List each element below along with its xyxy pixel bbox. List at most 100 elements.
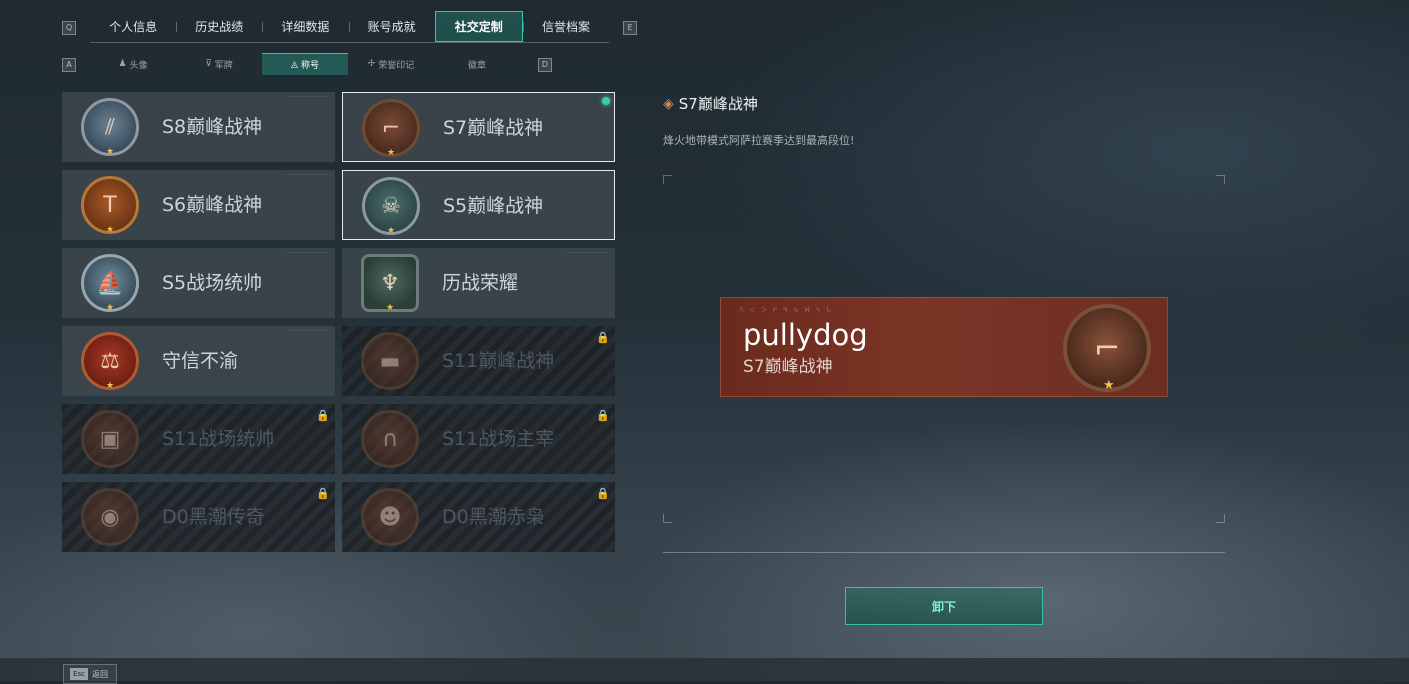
subtab-label: 头像 xyxy=(129,60,148,71)
title-name: 历战荣耀 xyxy=(442,272,519,294)
title-card-trustworthy[interactable]: ⚖ ★ 守信不渝 xyxy=(62,326,335,396)
emblem-glyph: ⌐ xyxy=(381,115,401,141)
subtab-dogtag[interactable]: ⊽ 军牌 xyxy=(176,53,262,75)
detail-description: 烽火地带模式阿萨拉赛季达到最高段位! xyxy=(663,134,855,147)
title-name: S6巅峰战神 xyxy=(162,194,263,216)
emblem-glyph: ⫽ xyxy=(105,114,115,140)
star-icon: ★ xyxy=(387,148,396,158)
frame-corner xyxy=(663,514,672,523)
title-name: S11巅峰战神 xyxy=(442,350,555,372)
tank-emblem-icon: ▣ xyxy=(81,410,139,468)
title-name: S11战场主宰 xyxy=(442,428,555,450)
tab-history[interactable]: 历史战绩 xyxy=(176,11,262,42)
person-icon: ♟ xyxy=(118,59,127,69)
subtab-left-key-hint[interactable]: A xyxy=(62,58,76,72)
title-card-s7-peak[interactable]: ⌐ ★ S7巅峰战神 xyxy=(342,92,615,162)
tab-left-key-hint[interactable]: Q xyxy=(62,21,76,35)
title-card-s11-commander[interactable]: 🔒 ▣ S11战场统帅 xyxy=(62,404,335,474)
title-card-s11-peak[interactable]: 🔒 ▬ S11巅峰战神 xyxy=(342,326,615,396)
tab-social-customize[interactable]: 社交定制 xyxy=(434,11,523,42)
lock-icon: 🔒 xyxy=(316,487,330,500)
title-card-s5-peak[interactable]: ☠ ★ S5巅峰战神 xyxy=(342,170,615,240)
star-icon: ★ xyxy=(1103,378,1115,393)
title-card-s11-dominator[interactable]: 🔒 ∩ S11战场主宰 xyxy=(342,404,615,474)
nameplate-preview: ᐱ ᐸ ᐳ ᑭ ᑫ ᑲ ᕼ ᓴ ᒐ pullydog S7巅峰战神 ⌐ ★ xyxy=(720,297,1168,397)
frame-corner xyxy=(1216,514,1225,523)
detail-title-text: S7巅峰战神 xyxy=(678,95,758,113)
star-icon: ★ xyxy=(387,226,396,236)
bottom-bar xyxy=(0,658,1409,681)
subtab-label: 徽章 xyxy=(467,60,486,71)
emblem-glyph: ♆ xyxy=(380,270,400,296)
back-button[interactable]: Esc 返回 xyxy=(63,664,117,684)
star-icon: ★ xyxy=(106,225,115,235)
tab-credit-record[interactable]: 信誉档案 xyxy=(522,11,609,42)
card-decoration xyxy=(287,252,327,255)
title-name: 守信不渝 xyxy=(162,350,239,372)
subtab-right-key-hint[interactable]: D xyxy=(538,58,552,72)
sub-tabs: ♟ 头像 ⊽ 军牌 ◬ 称号 ✢ 荣誉印记 徽章 xyxy=(90,53,520,75)
star-icon: ★ xyxy=(386,303,395,313)
dogtag-icon: ⊽ xyxy=(205,59,212,69)
emblem-glyph: T xyxy=(103,192,117,218)
title-name: S5战场统帅 xyxy=(162,272,263,294)
title-name: S5巅峰战神 xyxy=(443,195,544,217)
subtab-label: 称号 xyxy=(300,61,319,71)
subtab-honor-mark[interactable]: ✢ 荣誉印记 xyxy=(348,53,434,75)
card-decoration xyxy=(567,252,607,255)
arch-emblem-icon: ∩ xyxy=(361,410,419,468)
emblem-glyph: ◉ xyxy=(100,504,120,530)
star-icon: ★ xyxy=(106,381,115,391)
card-decoration xyxy=(287,174,327,177)
subtab-title[interactable]: ◬ 称号 xyxy=(262,53,348,75)
card-decoration xyxy=(287,96,327,99)
equipped-indicator xyxy=(602,97,610,105)
frame-corner xyxy=(1216,175,1225,184)
star-icon: ★ xyxy=(106,303,115,313)
card-decoration xyxy=(287,330,327,333)
tab-detailed-data[interactable]: 详细数据 xyxy=(262,11,348,42)
diamond-icon: ◈ xyxy=(663,95,674,112)
title-name: S8巅峰战神 xyxy=(162,116,263,138)
title-card-d0-legend[interactable]: 🔒 ◉ D0黑潮传奇 xyxy=(62,482,335,552)
title-name: D0黑潮传奇 xyxy=(162,506,265,528)
emblem-glyph: ⚖ xyxy=(100,348,120,374)
main-tabs: 个人信息 历史战绩 详细数据 账号成就 社交定制 信誉档案 xyxy=(90,11,609,43)
title-card-s6-peak[interactable]: T ★ S6巅峰战神 xyxy=(62,170,335,240)
detail-title: ◈ S7巅峰战神 xyxy=(663,93,758,114)
emblem-glyph: ☠ xyxy=(381,193,401,219)
emblem-glyph: ∩ xyxy=(381,426,399,452)
esc-key-icon: Esc xyxy=(70,668,88,680)
emblem-glyph: ☻ xyxy=(378,504,402,530)
title-name: D0黑潮赤枭 xyxy=(442,506,545,528)
title-name: S7巅峰战神 xyxy=(443,117,544,139)
subtab-label: 军牌 xyxy=(214,60,233,71)
lock-icon: 🔒 xyxy=(596,487,610,500)
title-card-d0-owl[interactable]: 🔒 ☻ D0黑潮赤枭 xyxy=(342,482,615,552)
title-card-s5-commander[interactable]: ⛵ ★ S5战场统帅 xyxy=(62,248,335,318)
skull-emblem-icon: ☻ xyxy=(361,488,419,546)
title-name: S11战场统帅 xyxy=(162,428,275,450)
frame-corner xyxy=(663,175,672,184)
subtab-label: 荣誉印记 xyxy=(378,60,415,71)
nameplate-title: S7巅峰战神 xyxy=(743,357,833,377)
unequip-button[interactable]: 卸下 xyxy=(845,587,1043,625)
star-icon: ★ xyxy=(106,147,115,157)
divider xyxy=(663,552,1225,553)
subtab-avatar[interactable]: ♟ 头像 xyxy=(90,53,176,75)
title-card-s8-peak[interactable]: ⫽ ★ S8巅峰战神 xyxy=(62,92,335,162)
lock-icon: 🔒 xyxy=(316,409,330,422)
hooded-emblem-icon: ◉ xyxy=(81,488,139,546)
title-card-veteran-glory[interactable]: ♆ ★ 历战荣耀 xyxy=(342,248,615,318)
lock-icon: 🔒 xyxy=(596,409,610,422)
player-name: pullydog xyxy=(743,318,868,352)
subtab-badge[interactable]: 徽章 xyxy=(434,53,520,75)
emblem-glyph: ▣ xyxy=(99,426,121,452)
title-icon: ◬ xyxy=(291,59,298,70)
back-label: 返回 xyxy=(92,669,108,679)
tab-right-key-hint[interactable]: E xyxy=(623,21,637,35)
tab-achievements[interactable]: 账号成就 xyxy=(348,11,435,42)
tab-personal-info[interactable]: 个人信息 xyxy=(90,11,176,42)
nameplate-runes: ᐱ ᐸ ᐳ ᑭ ᑫ ᑲ ᕼ ᓴ ᒐ xyxy=(739,306,833,314)
emblem-glyph: ⛵ xyxy=(96,270,124,296)
